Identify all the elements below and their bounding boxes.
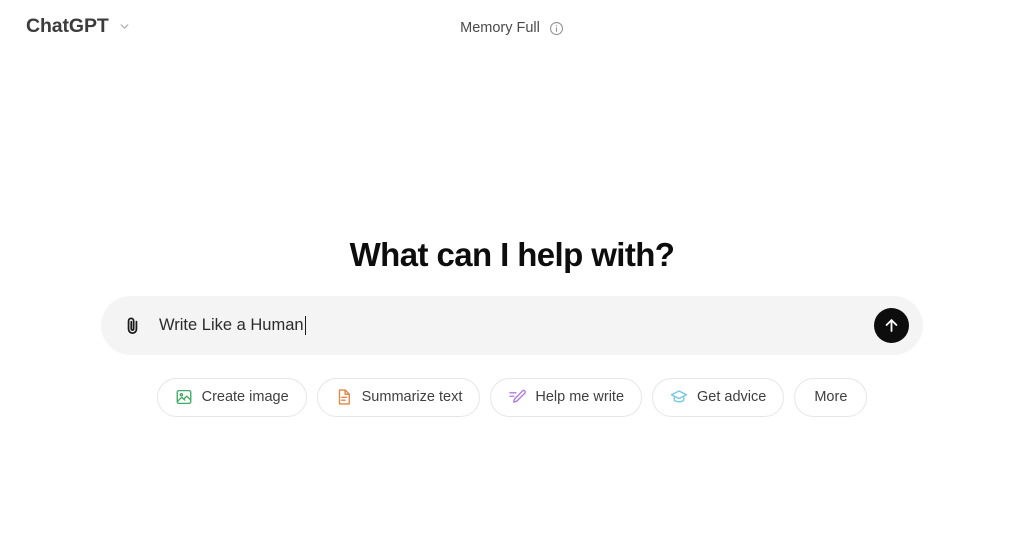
suggestion-chips: Create image Summarize text Help me writ… — [0, 377, 1024, 417]
memory-status-label: Memory Full — [460, 20, 540, 37]
prompt-input-value: Write Like a Human — [159, 316, 304, 335]
chevron-down-icon — [118, 20, 131, 33]
send-button[interactable] — [874, 307, 909, 343]
brand-label: ChatGPT — [26, 15, 109, 37]
arrow-up-icon — [882, 316, 901, 335]
suggestion-chip-label: Summarize text — [361, 389, 463, 406]
main-content: What can I help with? Write Like a Human — [0, 236, 1024, 417]
prompt-input[interactable]: Write Like a Human — [159, 315, 874, 335]
suggestion-chip-summarize-text[interactable]: Summarize text — [316, 377, 481, 417]
suggestion-chip-label: More — [814, 389, 848, 406]
page-title: What can I help with? — [349, 236, 675, 273]
suggestion-chip-get-advice[interactable]: Get advice — [652, 377, 785, 417]
paperclip-icon[interactable] — [117, 310, 147, 340]
graduation-cap-icon — [670, 388, 688, 406]
memory-status: Memory Full — [0, 21, 1024, 36]
chatgpt-app: ChatGPT Memory Full What can I help with… — [0, 0, 1024, 533]
suggestion-chip-create-image[interactable]: Create image — [156, 377, 307, 417]
suggestion-chip-label: Get advice — [697, 389, 767, 406]
prompt-composer[interactable]: Write Like a Human — [101, 295, 923, 355]
composer-wrapper: Write Like a Human — [0, 295, 1024, 355]
suggestion-chip-help-me-write[interactable]: Help me write — [490, 377, 643, 417]
pencil-lines-icon — [508, 388, 527, 406]
suggestion-chip-label: Help me write — [535, 389, 625, 406]
top-bar: ChatGPT Memory Full — [0, 0, 1024, 62]
document-text-icon — [335, 388, 353, 406]
text-caret — [304, 315, 307, 335]
model-switcher-button[interactable]: ChatGPT — [26, 15, 131, 37]
info-circle-icon[interactable] — [549, 21, 564, 36]
image-icon — [175, 388, 193, 406]
suggestion-chip-more[interactable]: More — [794, 377, 868, 417]
suggestion-chip-label: Create image — [201, 389, 289, 406]
